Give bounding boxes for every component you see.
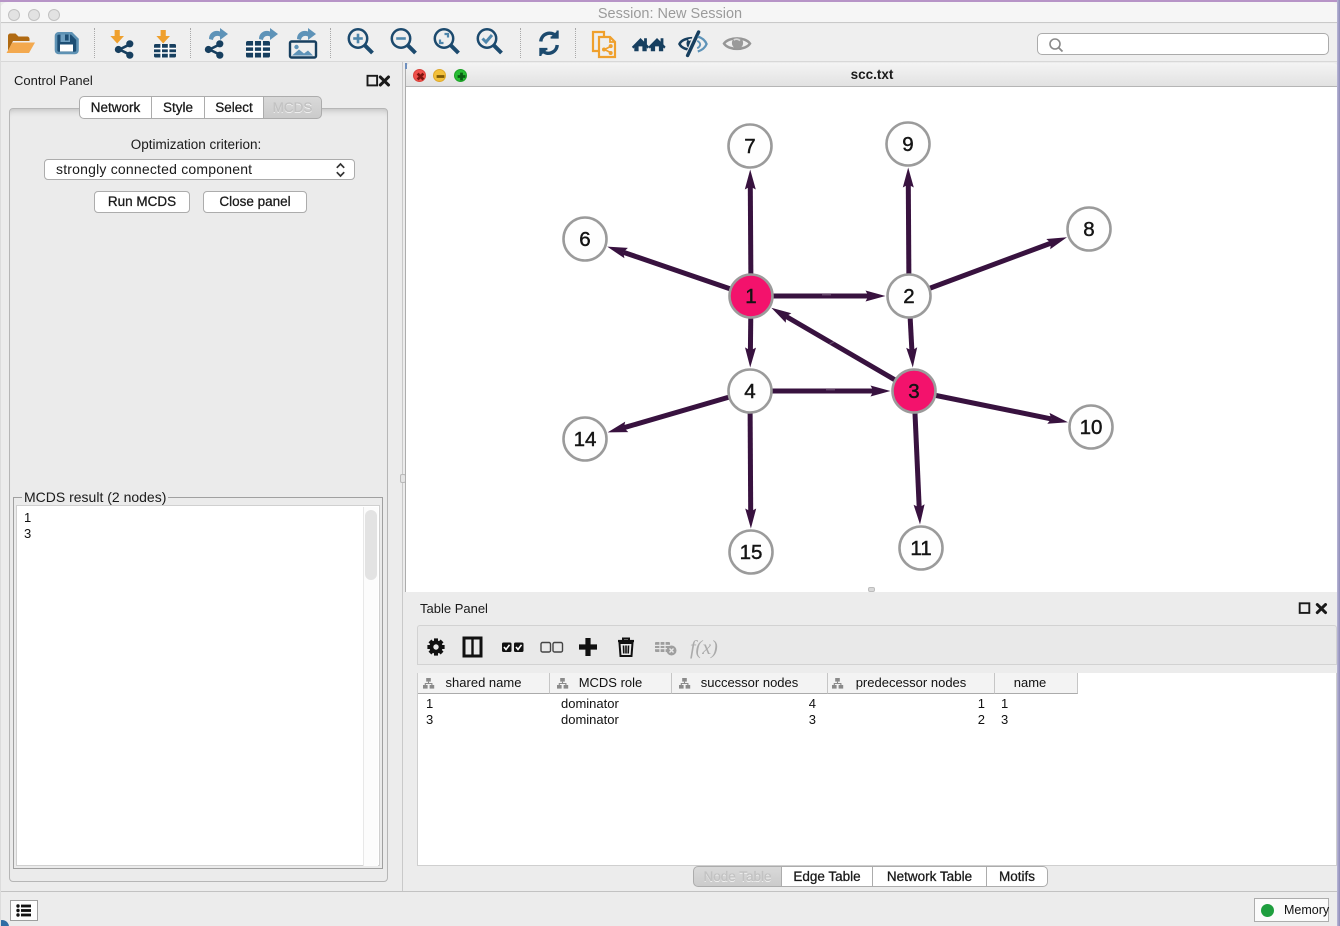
svg-text:2: 2 <box>903 285 914 308</box>
svg-text:10: 10 <box>1080 416 1103 439</box>
svg-text:f(x): f(x) <box>690 637 718 659</box>
svg-text:15: 15 <box>740 541 763 564</box>
svg-text:9: 9 <box>902 133 913 156</box>
svg-text:6: 6 <box>579 228 590 251</box>
svg-text:14: 14 <box>574 428 597 451</box>
svg-text:1: 1 <box>745 285 756 308</box>
svg-text:8: 8 <box>1083 218 1094 241</box>
svg-text:7: 7 <box>744 135 755 158</box>
svg-text:3: 3 <box>908 380 919 403</box>
svg-text:11: 11 <box>910 537 931 560</box>
svg-text:4: 4 <box>744 380 755 403</box>
